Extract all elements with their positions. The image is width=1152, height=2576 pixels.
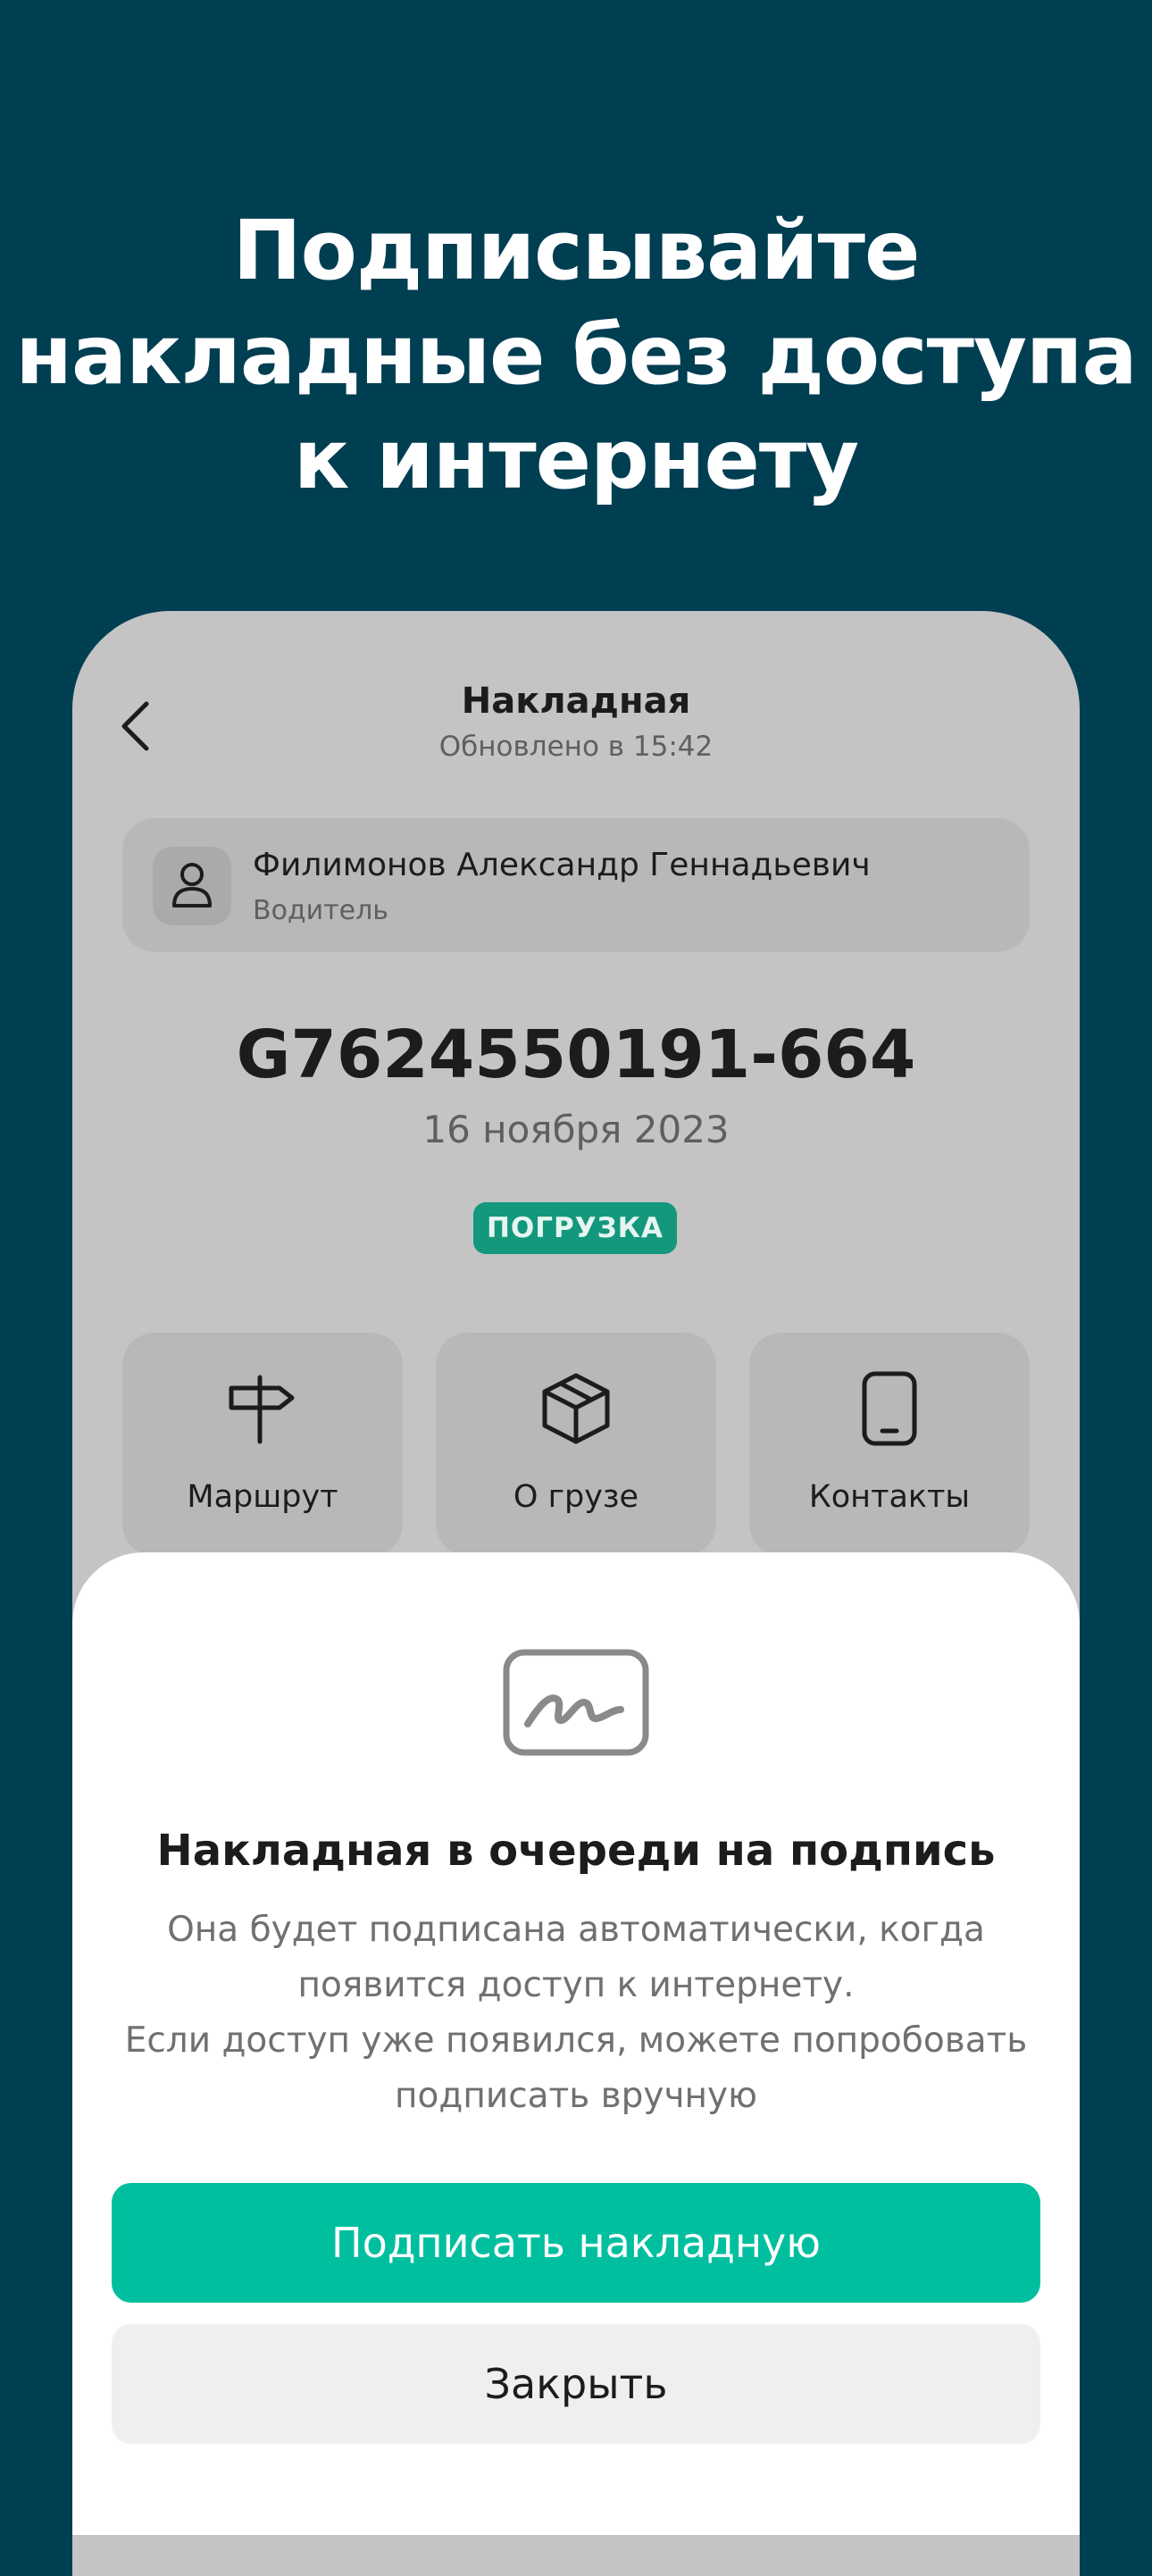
driver-card[interactable]: Филимонов Александр Геннадьевич Водитель — [122, 818, 1030, 952]
page-title: Накладная — [461, 681, 691, 722]
contacts-button[interactable]: Контакты — [749, 1333, 1030, 1556]
person-icon — [169, 859, 215, 913]
waybill-date: 16 ноября 2023 — [422, 1108, 730, 1151]
signpost-icon — [224, 1370, 301, 1451]
last-updated-text: Обновлено в 15:42 — [438, 731, 714, 763]
driver-role: Водитель — [253, 895, 388, 926]
sheet-description: Она будет подписана автоматически, когда… — [124, 1910, 1028, 2116]
route-button[interactable]: Маршрут — [122, 1333, 403, 1556]
waybill-number: G7624550191-664 — [236, 1016, 916, 1093]
signature-icon — [503, 1649, 649, 1760]
cargo-label: О грузе — [513, 1479, 639, 1515]
cargo-button[interactable]: О грузе — [436, 1333, 716, 1556]
sheet-title: Накладная в очереди на подпись — [156, 1826, 996, 1876]
contacts-label: Контакты — [808, 1479, 971, 1515]
phone-icon — [851, 1370, 928, 1451]
promo-title: Подписывайте накладные без доступа к инт… — [15, 203, 1137, 507]
avatar — [153, 847, 231, 925]
status-badge: ПОГРУЗКА — [473, 1202, 677, 1254]
driver-name: Филимонов Александр Геннадьевич — [253, 847, 871, 883]
bottom-sheet: Накладная в очереди на подпись Она будет… — [72, 1552, 1080, 2535]
route-label: Маршрут — [187, 1479, 338, 1515]
sign-waybill-button[interactable]: Подписать накладную — [112, 2183, 1040, 2303]
close-button[interactable]: Закрыть — [112, 2324, 1040, 2444]
box-icon — [538, 1370, 614, 1451]
